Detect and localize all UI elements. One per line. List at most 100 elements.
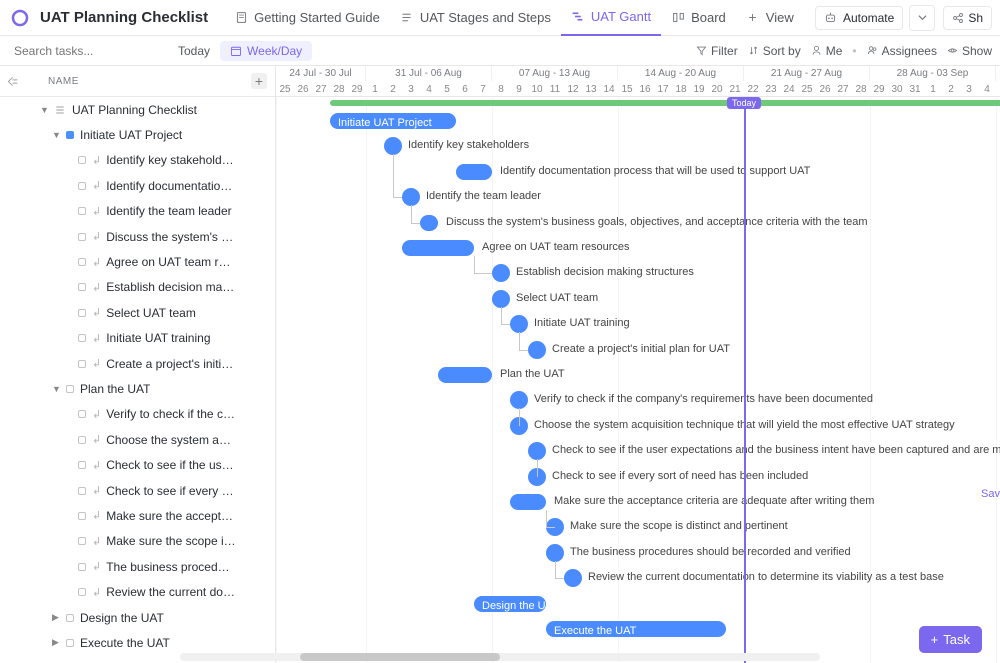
tree-label: Create a project's initial pl... <box>106 357 236 371</box>
automate-button[interactable]: Automate <box>815 6 903 30</box>
tree-row[interactable]: ▼Plan the UAT <box>0 376 275 401</box>
tree-label: Execute the UAT <box>80 636 170 650</box>
day-header: 11 <box>546 81 564 97</box>
caret-icon[interactable]: ▶ <box>52 612 62 623</box>
tab-uat-gantt[interactable]: UAT Gantt <box>561 0 661 36</box>
tree-row[interactable]: ↳Choose the system acquisi... <box>0 427 275 452</box>
automate-dropdown[interactable] <box>909 5 935 31</box>
tab-getting-started-guide[interactable]: Getting Started Guide <box>224 0 390 36</box>
gantt-milestone[interactable] <box>510 315 528 333</box>
bar-label: Execute the UAT <box>554 625 636 637</box>
subtask-icon: ↳ <box>92 433 101 446</box>
app-logo[interactable] <box>8 6 32 30</box>
gantt-milestone[interactable] <box>492 264 510 282</box>
tree-label: Agree on UAT team resour... <box>106 255 236 269</box>
day-header: 22 <box>744 81 762 97</box>
tab-board[interactable]: Board <box>661 0 736 36</box>
gantt-bar[interactable] <box>456 164 492 180</box>
gantt-bar[interactable]: Design the UAT <box>474 596 546 612</box>
gantt-area: 24 Jul - 30 Jul31 Jul - 06 Aug07 Aug - 1… <box>276 66 1000 663</box>
sort-icon <box>748 45 759 56</box>
tree-row[interactable]: ↳Check to see if the user ex... <box>0 452 275 477</box>
day-header: 3 <box>402 81 420 97</box>
gantt-milestone[interactable] <box>528 341 546 359</box>
subtask-icon: ↳ <box>92 306 101 319</box>
tree-row[interactable]: ↳Initiate UAT training <box>0 326 275 351</box>
gantt-bar[interactable] <box>402 240 474 256</box>
tree-row[interactable]: ↳Agree on UAT team resour... <box>0 249 275 274</box>
week-day-toggle[interactable]: Week/Day <box>220 41 312 61</box>
new-task-button[interactable]: + Task <box>919 626 982 653</box>
day-header: 18 <box>672 81 690 97</box>
me-button[interactable]: Me <box>811 44 843 58</box>
day-header: 15 <box>618 81 636 97</box>
status-icon <box>78 182 86 190</box>
gantt-bar[interactable] <box>510 494 546 510</box>
scrollbar-thumb[interactable] <box>300 653 500 661</box>
bar-label: Design the UAT <box>482 600 559 612</box>
gantt-milestone[interactable] <box>564 569 582 587</box>
tab-uat-stages-and-steps[interactable]: UAT Stages and Steps <box>390 0 561 36</box>
caret-icon[interactable]: ▼ <box>52 130 62 140</box>
assignees-button[interactable]: Assignees <box>867 44 937 58</box>
caret-icon[interactable]: ▼ <box>40 105 50 115</box>
project-progress-bar[interactable] <box>330 100 1000 106</box>
tree-row[interactable]: ↳Review the current docum... <box>0 579 275 604</box>
add-column-button[interactable]: + <box>251 73 267 89</box>
tree-row[interactable]: ▼ UAT Planning Checklist <box>0 97 275 122</box>
tree-row[interactable]: ↳The business procedures s... <box>0 554 275 579</box>
tree-row[interactable]: ↳Check to see if every sort ... <box>0 478 275 503</box>
gantt-body[interactable]: TodayInitiate UAT ProjectIdentify key st… <box>276 97 1000 663</box>
share-icon <box>952 12 964 24</box>
share-button[interactable]: Sh <box>943 6 992 30</box>
tree-row[interactable]: ▶ Execute the UAT <box>0 630 275 655</box>
tree-row[interactable]: ↳Verify to check if the comp... <box>0 402 275 427</box>
gantt-bar[interactable] <box>438 367 492 383</box>
tree-label: Initiate UAT Project <box>80 128 182 142</box>
tree-row[interactable]: ↳Identify the team leader <box>0 199 275 224</box>
tree-label: Make sure the acceptance ... <box>106 509 236 523</box>
tree-row[interactable]: ↳ Identify documentation pro... <box>0 173 275 198</box>
tree-row[interactable]: ↳Select UAT team <box>0 300 275 325</box>
gantt-milestone[interactable] <box>510 391 528 409</box>
tree-row[interactable]: ▶Design the UAT <box>0 605 275 630</box>
tree-row[interactable]: ↳Create a project's initial pl... <box>0 351 275 376</box>
show-button[interactable]: Show <box>947 44 992 58</box>
subtask-icon: ↳ <box>92 179 101 192</box>
tree-row[interactable]: ↳Make sure the acceptance ... <box>0 503 275 528</box>
filter-icon <box>696 45 707 56</box>
tree-label: Identify documentation pro... <box>106 179 236 193</box>
tree-row[interactable]: ↳Make sure the scope is dis... <box>0 529 275 554</box>
plus-icon: + <box>931 632 939 647</box>
gantt-milestone[interactable] <box>384 137 402 155</box>
tree-row[interactable]: ↳Discuss the system's busin... <box>0 224 275 249</box>
tree-row[interactable]: ▼ Initiate UAT Project <box>0 122 275 147</box>
sortby-button[interactable]: Sort by <box>748 44 801 58</box>
tab-view[interactable]: View <box>736 0 804 36</box>
subtask-icon: ↳ <box>92 459 101 472</box>
horizontal-scrollbar[interactable] <box>180 653 820 661</box>
collapse-icon[interactable] <box>0 75 24 88</box>
tree-row[interactable]: ↳Identify key stakeholders <box>0 148 275 173</box>
gantt-milestone[interactable] <box>402 188 420 206</box>
today-button[interactable]: Today <box>178 44 210 58</box>
caret-icon[interactable]: ▼ <box>52 384 62 394</box>
gantt-bar[interactable] <box>420 215 438 231</box>
gantt-bar[interactable]: Execute the UAT <box>546 621 726 637</box>
tree-label: Review the current docum... <box>106 585 236 599</box>
filter-button[interactable]: Filter <box>696 44 738 58</box>
gantt-bar[interactable]: Initiate UAT Project <box>330 113 456 129</box>
search-input[interactable] <box>14 44 169 58</box>
week-header: 21 Aug - 27 Aug <box>744 66 870 81</box>
caret-icon[interactable]: ▶ <box>52 637 62 648</box>
bar-label: Plan the UAT <box>500 368 565 380</box>
tree-label: The business procedures s... <box>106 560 236 574</box>
tree-row[interactable]: ↳Establish decision making ... <box>0 275 275 300</box>
tree-label: UAT Planning Checklist <box>72 103 197 117</box>
subtask-icon: ↳ <box>92 230 101 243</box>
gantt-milestone[interactable] <box>546 544 564 562</box>
gantt-milestone[interactable] <box>528 442 546 460</box>
gantt-milestone[interactable] <box>492 290 510 308</box>
subtask-icon: ↳ <box>92 332 101 345</box>
week-header: 31 Jul - 06 Aug <box>366 66 492 81</box>
